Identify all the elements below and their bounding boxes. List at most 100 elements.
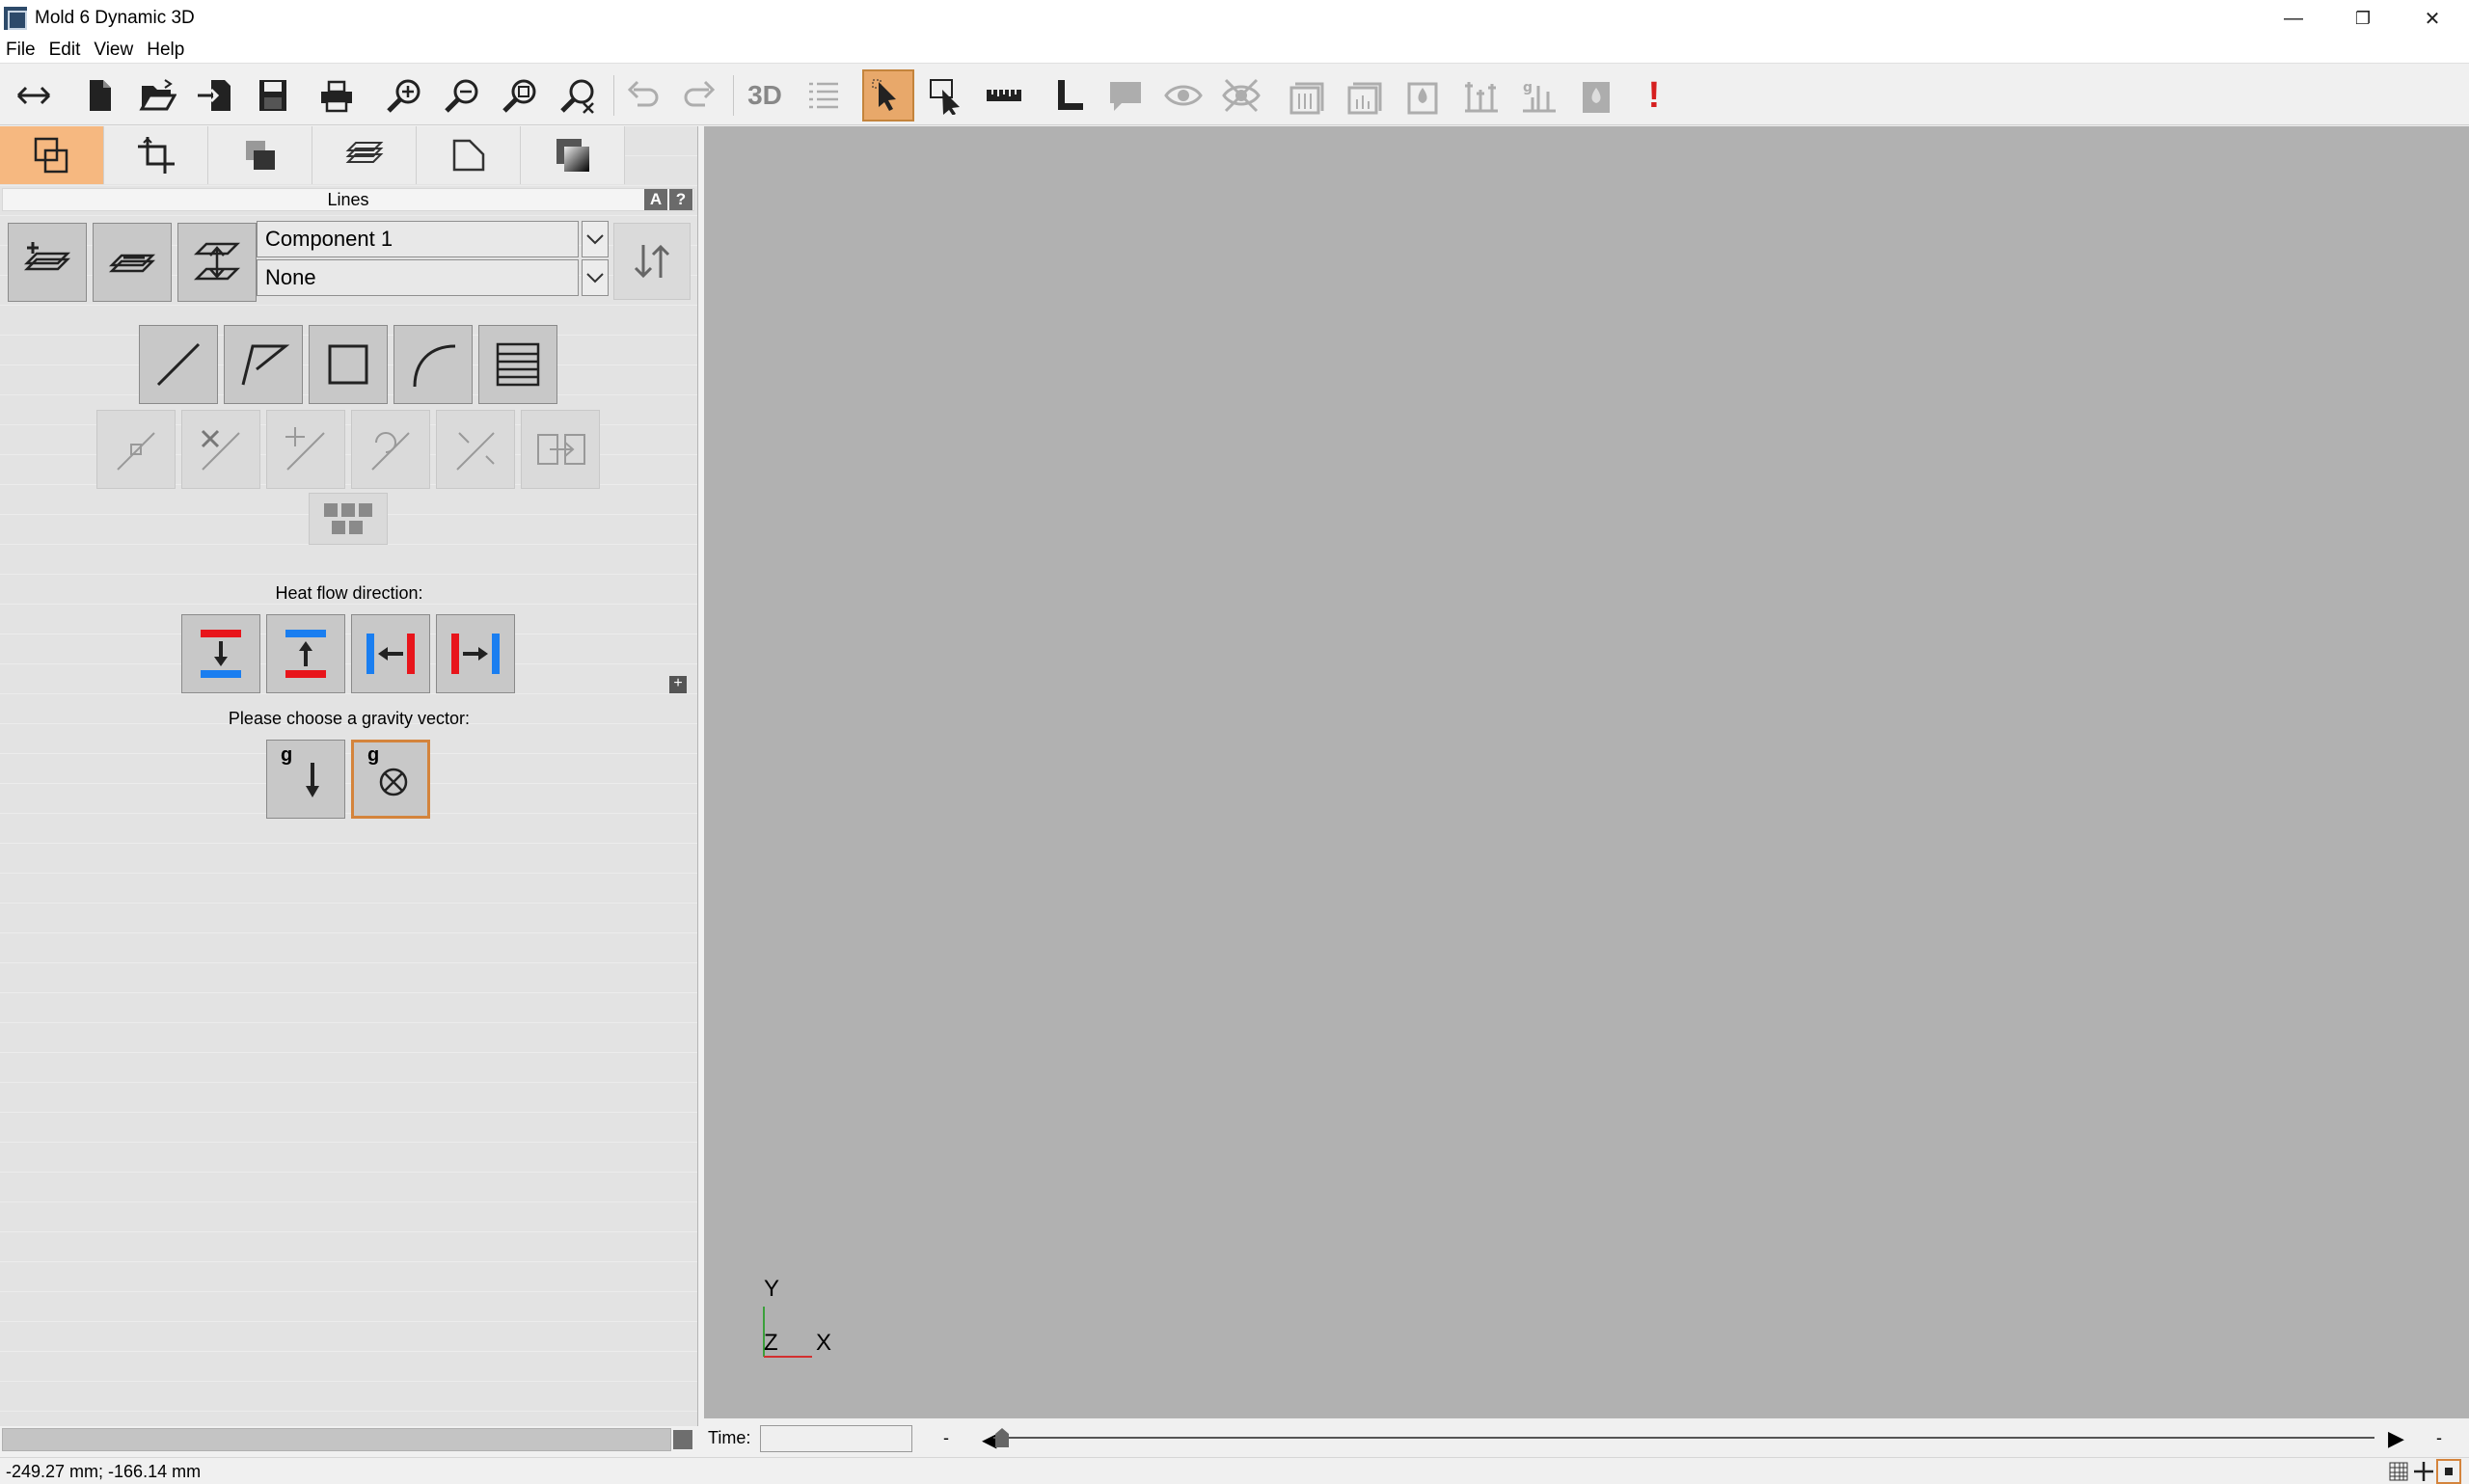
heat-flow-up-icon <box>285 630 326 678</box>
rotate-element-button[interactable] <box>351 410 430 489</box>
redo-button[interactable] <box>673 69 725 121</box>
result-2-button[interactable] <box>1339 69 1391 121</box>
open-button[interactable] <box>131 69 183 121</box>
gravity-down-button[interactable]: g <box>266 740 345 819</box>
result-4-button[interactable] <box>1454 69 1506 121</box>
crosshair-icon <box>2414 1462 2433 1481</box>
result-4-icon <box>1465 82 1498 113</box>
comment-icon <box>1110 82 1141 111</box>
import-button[interactable] <box>189 69 241 121</box>
3d-viewport[interactable]: Y Z X <box>704 126 2469 1418</box>
time-label: Time: <box>708 1428 751 1447</box>
undo-button[interactable] <box>617 69 669 121</box>
panel-background <box>0 126 697 1426</box>
menu-file[interactable]: File <box>6 40 36 61</box>
select-box-icon <box>930 79 960 115</box>
print-button[interactable] <box>311 69 363 121</box>
heat-flow-right-button[interactable] <box>436 614 515 693</box>
zoom-fit-button[interactable] <box>494 69 546 121</box>
toolbar-separator <box>613 75 614 116</box>
app-icon <box>4 7 27 30</box>
zoom-reset-button[interactable] <box>552 69 604 121</box>
alert-button[interactable]: ! <box>1628 69 1680 121</box>
ruler-icon <box>987 90 1021 101</box>
panel-corner-button[interactable] <box>673 1430 692 1449</box>
swap-button[interactable] <box>8 69 60 121</box>
close-button[interactable]: ✕ <box>2398 0 2467 37</box>
comment-button[interactable] <box>1099 69 1152 121</box>
result-3-button[interactable] <box>1397 69 1449 121</box>
draw-line-button[interactable] <box>139 325 218 404</box>
draw-hatch-button[interactable] <box>478 325 557 404</box>
menu-edit[interactable]: Edit <box>49 40 81 61</box>
arc-icon <box>413 344 456 388</box>
window-title: Mold 6 Dynamic 3D <box>35 8 195 28</box>
select-pointer-button[interactable] <box>862 69 914 121</box>
tab-crop[interactable] <box>104 126 208 184</box>
expand-icon[interactable]: + <box>669 676 687 693</box>
delete-element-button[interactable] <box>181 410 260 489</box>
select-box-button[interactable] <box>920 69 972 121</box>
undo-icon <box>627 80 659 107</box>
polyline-icon <box>241 344 290 386</box>
auto-button[interactable]: A <box>644 189 667 210</box>
component-select-arrow[interactable] <box>582 221 609 257</box>
heat-flow-up-button[interactable] <box>266 614 345 693</box>
help-button[interactable]: ? <box>669 189 692 210</box>
dimension-button[interactable] <box>1042 69 1094 121</box>
draw-arc-button[interactable] <box>393 325 473 404</box>
result-5-button[interactable]: g <box>1512 69 1564 121</box>
save-button[interactable] <box>247 69 299 121</box>
draw-rectangle-button[interactable] <box>309 325 388 404</box>
tab-gradient[interactable] <box>521 126 625 184</box>
component-select[interactable]: Component 1 <box>257 221 579 257</box>
ruler-button[interactable] <box>978 69 1030 121</box>
tab-page[interactable] <box>417 126 521 184</box>
play-icon[interactable]: ▶ <box>2388 1426 2404 1451</box>
remove-layer-button[interactable] <box>93 223 172 302</box>
secondary-select[interactable]: None <box>257 259 579 296</box>
list-button[interactable] <box>797 69 849 121</box>
new-file-button[interactable] <box>73 69 125 121</box>
edit-point-button[interactable] <box>96 410 176 489</box>
transfer-element-button[interactable] <box>521 410 600 489</box>
select-pointer-icon <box>872 79 896 111</box>
tab-geometry[interactable] <box>0 126 104 184</box>
heat-flow-down-button[interactable] <box>181 614 260 693</box>
menu-view[interactable]: View <box>94 40 133 61</box>
move-element-button[interactable] <box>266 410 345 489</box>
menu-help[interactable]: Help <box>147 40 184 61</box>
result-6-button[interactable] <box>1570 69 1622 121</box>
grid-pattern-button[interactable] <box>309 493 388 545</box>
result-1-button[interactable] <box>1281 69 1333 121</box>
result-3-icon <box>1407 82 1438 115</box>
heat-flow-left-button[interactable] <box>351 614 430 693</box>
sort-order-button[interactable] <box>613 223 691 300</box>
snap-toggle[interactable] <box>2436 1459 2461 1484</box>
move-layer-icon <box>193 242 241 281</box>
minimize-button[interactable]: — <box>2259 0 2328 37</box>
grid-toggle[interactable] <box>2386 1459 2411 1484</box>
slider-left-arrow-icon[interactable]: ◀ <box>982 1428 996 1452</box>
secondary-select-arrow[interactable] <box>582 259 609 296</box>
draw-polyline-button[interactable] <box>224 325 303 404</box>
gravity-into-plane-button[interactable]: g <box>351 740 430 819</box>
add-layer-button[interactable] <box>8 223 87 302</box>
tab-layers[interactable] <box>208 126 312 184</box>
zoom-in-button[interactable] <box>378 69 430 121</box>
eye-button[interactable] <box>1157 69 1209 121</box>
restore-button[interactable]: ❐ <box>2328 0 2398 37</box>
time-input[interactable] <box>760 1425 912 1452</box>
tab-stack[interactable] <box>312 126 417 184</box>
hide-button[interactable] <box>1215 69 1267 121</box>
zoom-out-button[interactable] <box>436 69 488 121</box>
geometry-icon <box>34 137 68 174</box>
scale-element-button[interactable] <box>436 410 515 489</box>
move-layer-button[interactable] <box>177 223 257 302</box>
hatch-icon <box>496 342 540 387</box>
rotate-element-icon <box>371 432 410 471</box>
time-slider-thumb[interactable] <box>995 1428 1009 1447</box>
3d-view-button[interactable]: 3D <box>739 69 791 121</box>
crosshair-toggle[interactable] <box>2411 1459 2436 1484</box>
time-slider-track[interactable] <box>993 1437 2374 1439</box>
